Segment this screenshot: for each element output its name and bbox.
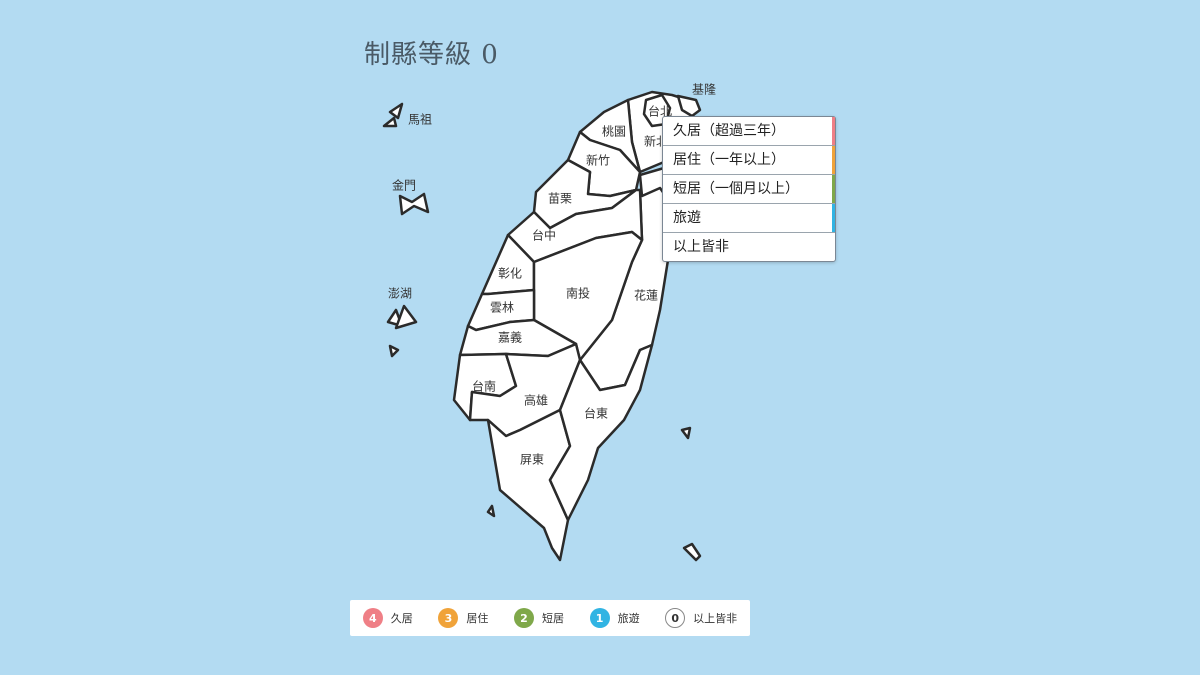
island-liuqiu	[486, 504, 496, 518]
legend-item-level-0: 0 以上皆非	[665, 608, 737, 628]
label-kinmen: 金門	[392, 178, 416, 193]
legend-item-level-2: 2 短居	[513, 608, 564, 628]
legend-label: 旅遊	[617, 612, 640, 625]
menu-item-label: 旅遊	[673, 210, 701, 226]
menu-item-level-4[interactable]: 久居（超過三年）	[663, 117, 835, 146]
legend-item-level-3: 3 居住	[438, 608, 488, 628]
legend-label: 以上皆非	[693, 612, 738, 625]
level-color-bar	[832, 175, 835, 203]
level-badge: 4	[362, 608, 383, 628]
island-kinmen	[398, 192, 430, 216]
menu-item-level-0[interactable]: 以上皆非	[663, 233, 835, 261]
menu-item-level-3[interactable]: 居住（一年以上）	[663, 146, 835, 175]
taiwan-map: 基隆 台北 新北 桃園 新竹 苗栗 台中 彰化 南投 花蓮 雲林 嘉義 台南 高…	[382, 82, 716, 562]
label-matsu: 馬祖	[408, 112, 432, 127]
legend: 4 久居 3 居住 2 短居 1 旅遊 0 以上皆非	[350, 600, 750, 636]
island-green	[680, 426, 692, 440]
level-color-bar	[832, 146, 835, 174]
menu-item-label: 短居（一個月以上）	[673, 181, 799, 197]
level-dropdown-menu: 久居（超過三年） 居住（一年以上） 短居（一個月以上） 旅遊 以上皆非	[662, 116, 836, 262]
level-badge: 2	[513, 608, 534, 628]
label-penghu: 澎湖	[388, 286, 412, 301]
legend-label: 久居	[390, 612, 413, 625]
island-orchid	[682, 542, 702, 562]
legend-item-level-1: 1 旅遊	[589, 608, 640, 628]
island-matsu-south	[382, 116, 398, 128]
level-badge: 3	[438, 608, 459, 628]
island-penghu-2	[394, 304, 418, 330]
island-penghu-3	[388, 344, 400, 358]
level-color-bar	[832, 117, 835, 145]
level-color-bar	[832, 204, 835, 232]
legend-item-level-4: 4 久居	[362, 608, 413, 628]
label-keelung: 基隆	[692, 82, 716, 97]
level-badge: 0	[665, 608, 686, 628]
menu-item-level-1[interactable]: 旅遊	[663, 204, 835, 233]
menu-item-level-2[interactable]: 短居（一個月以上）	[663, 175, 835, 204]
menu-item-label: 以上皆非	[673, 239, 729, 255]
island-matsu-north	[388, 102, 404, 120]
legend-label: 居住	[466, 612, 489, 625]
menu-item-label: 居住（一年以上）	[673, 152, 785, 168]
menu-item-label: 久居（超過三年）	[673, 123, 785, 139]
legend-label: 短居	[541, 612, 564, 625]
level-badge: 1	[589, 608, 610, 628]
